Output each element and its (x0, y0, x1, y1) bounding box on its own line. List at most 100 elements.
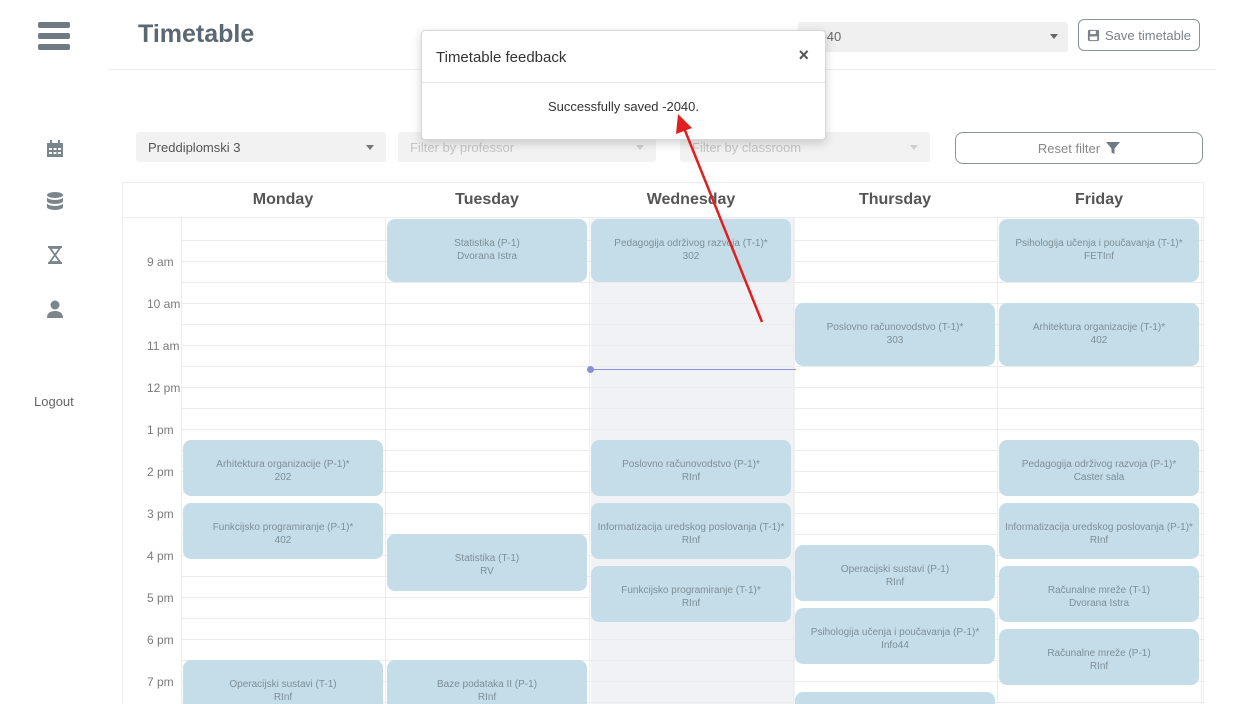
event-room: Dvorana Istra (456, 251, 518, 262)
day-header-tuesday: Tuesday (455, 191, 519, 208)
event-block[interactable]: Arhitektura organizacije (T-1)* 402 (999, 303, 1199, 366)
save-timetable-label: Save timetable (1105, 27, 1191, 43)
row-divider (181, 429, 1205, 430)
event-title: Poslovno računovodstvo (P-1)* (622, 458, 760, 470)
hour-label: 4 pm (147, 549, 174, 563)
column-divider (589, 217, 590, 704)
event-room: 303 (886, 335, 904, 346)
header-divider (123, 217, 1205, 218)
event-room: RInf (681, 597, 701, 609)
filter-icon (1106, 142, 1121, 154)
event-room: 402 (1090, 335, 1108, 346)
event-room: RInf (1089, 534, 1109, 546)
event-room: RInf (681, 534, 701, 546)
event-block[interactable]: Pedagogija održivog razvoja (P-1)* Caster… (999, 439, 1199, 497)
event-room: RInf (273, 692, 293, 703)
close-icon[interactable]: × (798, 45, 809, 66)
hour-label: 10 am (147, 297, 181, 311)
event-block[interactable]: Operacijski sustavi (T-1) RInf (183, 660, 383, 704)
event-room: RInf (477, 692, 497, 703)
event-block[interactable]: Informatizacija uredskog poslovanja (T-1… (591, 502, 791, 560)
event-block[interactable]: Psihologija učenja i poučavanja (T-1)* FE… (999, 219, 1199, 282)
event-title: Informatizacija uredskog poslovanja (P-1… (1005, 521, 1193, 533)
event-room: RInf (1089, 660, 1109, 672)
event-title: Računalne mreže (T-1) (1047, 584, 1151, 596)
hour-label: 9 am (147, 255, 174, 269)
dialog-title: Timetable feedback (436, 49, 567, 66)
group-filter-select[interactable]: Preddiplomski 3 (136, 132, 386, 162)
hour-label: 6 pm (147, 633, 174, 647)
event-title: Poslovno računovodstvo (T-1)* (826, 322, 964, 333)
reset-filter-label: Reset filter (1037, 140, 1101, 156)
user-icon[interactable] (44, 298, 66, 320)
event-block[interactable] (795, 691, 995, 704)
day-header-wednesday: Wednesday (646, 191, 736, 208)
database-icon[interactable] (44, 190, 66, 212)
event-block[interactable]: Poslovno računovodstvo (T-1)* 303 (795, 303, 995, 366)
column-divider (793, 217, 794, 704)
page-title: Timetable (138, 20, 255, 48)
reset-filter-button[interactable]: Reset filter (955, 132, 1203, 164)
event-room: Caster sala (1073, 471, 1125, 483)
event-room: 302 (682, 251, 700, 262)
chevron-down-icon (366, 145, 374, 150)
event-title: Statistika (T-1) (454, 553, 520, 564)
event-title: Statistika (P-1) (454, 238, 520, 249)
row-divider (181, 282, 1205, 283)
event-room: 402 (274, 534, 292, 546)
row-divider (181, 408, 1205, 409)
event-block[interactable]: Pedagogija održivog razvoja (T-1)* 302 (591, 219, 791, 282)
event-block[interactable]: Informatizacija uredskog poslovanja (P-1… (999, 502, 1199, 560)
event-block[interactable]: Baze podataka II (P-1) RInf (387, 660, 587, 704)
column-divider (385, 217, 386, 704)
save-timetable-button[interactable]: Save timetable (1078, 19, 1200, 51)
event-block[interactable]: Statistika (P-1) Dvorana Istra (387, 219, 587, 282)
event-block[interactable]: Računalne mreže (T-1) Dvorana Istra (999, 565, 1199, 623)
hour-label: 12 pm (147, 381, 181, 395)
column-divider (997, 217, 998, 704)
chevron-down-icon (636, 145, 644, 150)
event-title: Psihologija učenja i poučavanja (T-1)* (1015, 238, 1183, 249)
event-room: RInf (681, 471, 701, 483)
event-room: FETInf (1083, 251, 1114, 262)
calendar-icon[interactable] (44, 138, 66, 160)
event-block[interactable]: Računalne mreže (P-1) RInf (999, 628, 1199, 686)
column-divider (181, 217, 182, 704)
event-block[interactable]: Statistika (T-1) RV (387, 534, 587, 591)
event-title: Operacijski sustavi (P-1) (840, 563, 950, 575)
logout-link[interactable]: Logout (34, 394, 74, 409)
menu-icon[interactable] (38, 22, 70, 54)
event-room: Dvorana Istra (1068, 597, 1130, 609)
chevron-down-icon (1050, 34, 1058, 39)
event-block[interactable]: Poslovno računovodstvo (P-1)* RInf (591, 439, 791, 497)
event-room: RInf (885, 576, 905, 588)
hour-label: 7 pm (147, 675, 174, 689)
event-room: RV (480, 566, 494, 577)
day-header-friday: Friday (1074, 191, 1123, 208)
timetable-select[interactable]: -2040 (798, 22, 1068, 52)
event-block[interactable]: Funkcijsko programiranje (P-1)* 402 (183, 502, 383, 560)
event-title: Računalne mreže (P-1) (1047, 647, 1151, 659)
event-block[interactable]: Funkcijsko programiranje (T-1)* RInf (591, 565, 791, 623)
event-title: Informatizacija uredskog poslovanja (T-1… (597, 521, 785, 533)
sidebar: Logout (0, 0, 108, 704)
hour-label: 5 pm (147, 591, 174, 605)
event-title: Operacijski sustavi (T-1) (229, 679, 337, 690)
floppy-icon (1087, 29, 1100, 41)
day-header-monday: Monday (252, 191, 314, 208)
group-filter-value: Preddiplomski 3 (148, 140, 241, 155)
event-title: Funkcijsko programiranje (T-1)* (621, 584, 761, 596)
professor-filter-placeholder: Filter by professor (410, 140, 515, 155)
event-block[interactable]: Operacijski sustavi (P-1) RInf (795, 544, 995, 602)
hour-label: 3 pm (147, 507, 174, 521)
current-time-dot (587, 366, 594, 373)
event-block[interactable]: Psihologija učenja i poučavanja (P-1)* In… (795, 607, 995, 665)
event-block[interactable]: Arhitektura organizacije (P-1)* 202 (183, 439, 383, 497)
hour-label: 1 pm (147, 423, 174, 437)
event-room: Info44 (881, 639, 909, 651)
timetable-grid: Monday Tuesday Wednesday Thursday Friday 9 am… (122, 182, 1205, 704)
classroom-filter-placeholder: Filter by classroom (692, 140, 802, 155)
hour-label: 2 pm (147, 465, 174, 479)
row-divider (181, 366, 1205, 367)
hourglass-icon[interactable] (44, 244, 66, 266)
